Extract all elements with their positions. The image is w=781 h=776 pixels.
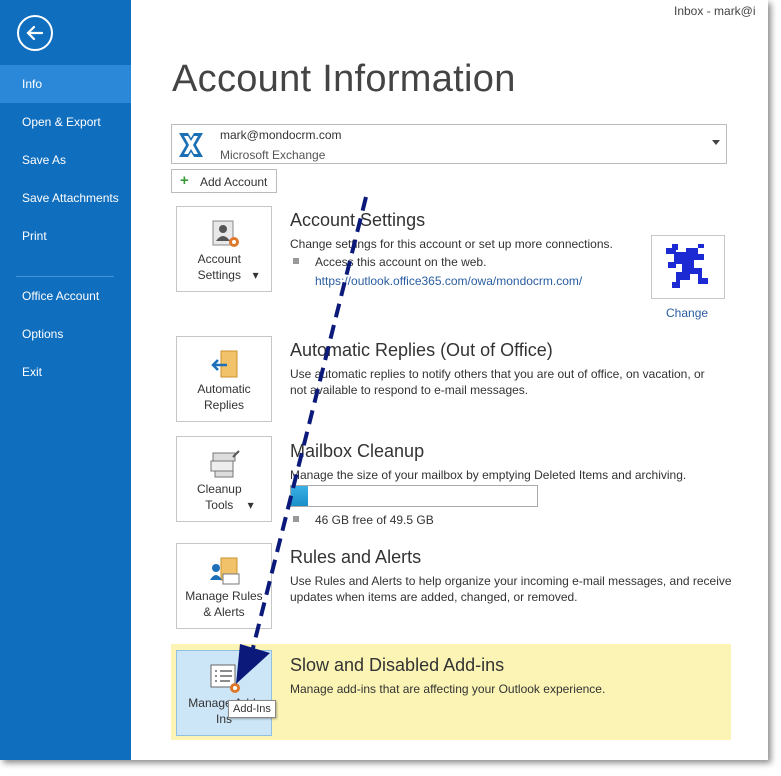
addins-icon bbox=[210, 664, 240, 693]
manage-rules-alerts-tile-text: Manage Rules & Alerts bbox=[185, 589, 263, 619]
account-settings-icon bbox=[212, 220, 239, 247]
change-photo-link[interactable]: Change bbox=[666, 306, 708, 320]
rules-alerts-title: Rules and Alerts bbox=[290, 547, 422, 567]
account-avatar-icon bbox=[661, 241, 715, 293]
chevron-down-icon bbox=[712, 140, 720, 145]
addins-tooltip: Add-Ins bbox=[228, 700, 276, 718]
plus-icon: + bbox=[180, 172, 189, 189]
nav-info[interactable]: Info bbox=[0, 65, 131, 103]
cleanup-tools-button[interactable]: Cleanup Tools ▾ bbox=[176, 436, 272, 522]
nav-open-export[interactable]: Open & Export bbox=[0, 103, 131, 141]
nav-exit[interactable]: Exit bbox=[0, 353, 131, 391]
rules-alerts-description-1: Use Rules and Alerts to help organize yo… bbox=[290, 574, 732, 588]
addins-title: Slow and Disabled Add-ins bbox=[290, 655, 505, 675]
bullet bbox=[293, 258, 299, 264]
mailbox-usage-bar bbox=[290, 485, 538, 507]
account-settings-tile-text: Account Settings bbox=[197, 252, 241, 282]
account-selector[interactable]: mark@mondocrm.com Microsoft Exchange bbox=[171, 124, 727, 164]
backstage-sidebar: Info Open & Export Save As Save Attachme… bbox=[0, 0, 131, 760]
back-button[interactable] bbox=[17, 15, 53, 51]
cleanup-tools-tile-text: Cleanup Tools bbox=[196, 482, 242, 512]
mailbox-usage-fill bbox=[291, 486, 309, 506]
back-arrow-icon bbox=[26, 25, 44, 41]
automatic-replies-tile-label: Automatic Replies bbox=[177, 381, 271, 413]
account-settings-tile-label: Account Settings ▾ bbox=[177, 251, 271, 283]
owa-link[interactable]: https://outlook.office365.com/owa/mondoc… bbox=[315, 274, 582, 288]
manage-addins-button[interactable]: Manage Add-Ins bbox=[176, 650, 272, 736]
automatic-replies-tile-text: Automatic Replies bbox=[197, 382, 251, 412]
nav-save-as[interactable]: Save As bbox=[0, 141, 131, 179]
automatic-replies-title: Automatic Replies (Out of Office) bbox=[290, 340, 553, 360]
web-access-text: Access this account on the web. bbox=[315, 255, 487, 269]
automatic-replies-description-1: Use automatic replies to notify others t… bbox=[290, 367, 705, 381]
manage-rules-alerts-button[interactable]: Manage Rules & Alerts bbox=[176, 543, 272, 629]
nav-office-account[interactable]: Office Account bbox=[0, 277, 131, 315]
rules-alerts-icon bbox=[210, 557, 240, 585]
account-email: mark@mondocrm.com bbox=[220, 128, 342, 142]
nav-save-attachments[interactable]: Save Attachments bbox=[0, 179, 131, 217]
account-type: Microsoft Exchange bbox=[220, 148, 326, 162]
mailbox-storage-text: 46 GB free of 49.5 GB bbox=[315, 513, 434, 527]
mailbox-cleanup-title: Mailbox Cleanup bbox=[290, 441, 425, 461]
manage-rules-alerts-tile-label: Manage Rules & Alerts bbox=[177, 588, 271, 620]
automatic-replies-icon bbox=[211, 350, 238, 378]
automatic-replies-button[interactable]: Automatic Replies bbox=[176, 336, 272, 422]
cleanup-tools-icon bbox=[210, 450, 240, 478]
rules-alerts-description-2: updates when items are added, changed, o… bbox=[290, 590, 578, 604]
window-title: Inbox - mark@i bbox=[674, 4, 756, 18]
cleanup-tools-tile-label: Cleanup Tools ▾ bbox=[177, 481, 271, 513]
account-settings-description: Change settings for this account or set … bbox=[290, 237, 613, 251]
add-account-button[interactable]: + Add Account bbox=[171, 169, 277, 193]
exchange-icon bbox=[177, 131, 205, 159]
account-photo[interactable] bbox=[651, 235, 725, 299]
bullet bbox=[293, 516, 299, 522]
nav-options[interactable]: Options bbox=[0, 315, 131, 353]
automatic-replies-description-2: not available to respond to e-mail messa… bbox=[290, 383, 529, 397]
page-title: Account Information bbox=[172, 58, 516, 100]
addins-description: Manage add-ins that are affecting your O… bbox=[290, 682, 606, 696]
account-settings-title: Account Settings bbox=[290, 210, 426, 230]
add-account-label: Add Account bbox=[200, 175, 268, 189]
mailbox-cleanup-description: Manage the size of your mailbox by empty… bbox=[290, 468, 687, 482]
backstage-window: Info Open & Export Save As Save Attachme… bbox=[0, 0, 768, 760]
account-settings-button[interactable]: Account Settings ▾ bbox=[176, 206, 272, 292]
nav-print[interactable]: Print bbox=[0, 217, 131, 255]
